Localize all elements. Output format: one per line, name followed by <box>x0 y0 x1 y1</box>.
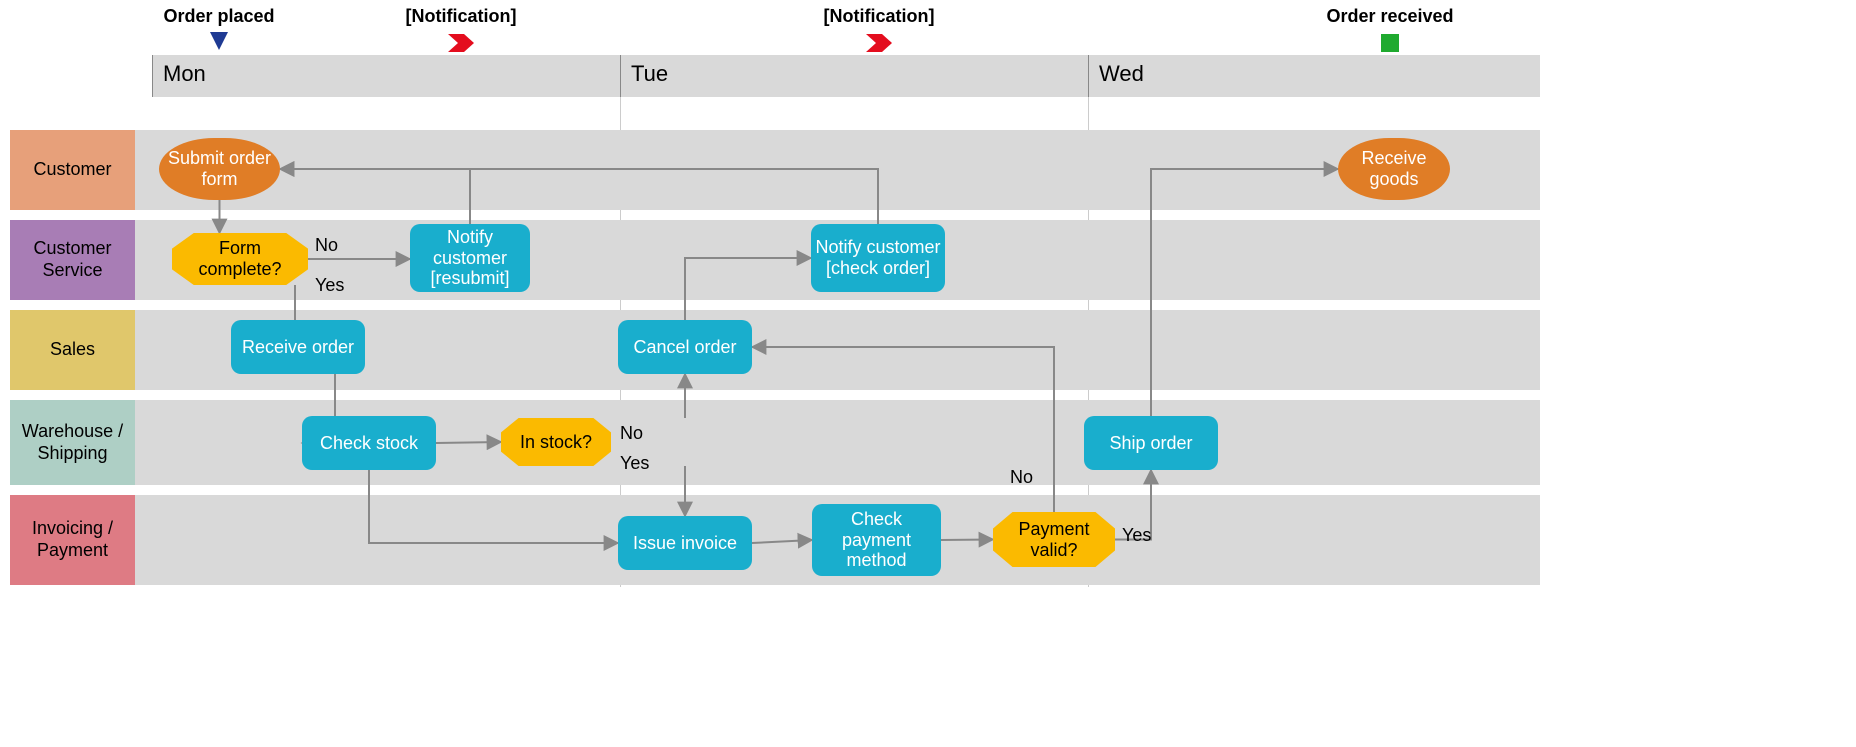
receive-order-node: Receive order <box>231 320 365 374</box>
square-marker-icon <box>1381 34 1399 52</box>
event-label-order-received: Order received <box>1326 6 1453 27</box>
event-label-notification-1: [Notification] <box>406 6 517 27</box>
event-label-order-placed: Order placed <box>163 6 274 27</box>
day-wed: Wed <box>1088 55 1540 97</box>
edge-label-no-stock: No <box>620 423 643 444</box>
cancel-order-node: Cancel order <box>618 320 752 374</box>
notify-check-node: Notify customer [check order] <box>811 224 945 292</box>
chevron-marker-icon <box>446 32 476 54</box>
edge-label-yes-pay: Yes <box>1122 525 1151 546</box>
check-stock-node: Check stock <box>302 416 436 470</box>
lane-header-customer-service: Customer Service <box>10 220 135 300</box>
edge-label-yes-form: Yes <box>315 275 344 296</box>
chevron-marker-icon <box>864 32 894 54</box>
submit-order-node: Submit order form <box>159 138 280 200</box>
in-stock-node: In stock? <box>501 418 611 466</box>
lane-header-warehouse-shipping: Warehouse / Shipping <box>10 400 135 485</box>
event-label-notification-2: [Notification] <box>824 6 935 27</box>
receive-goods-node: Receive goods <box>1338 138 1450 200</box>
lane-header-invoicing-payment: Invoicing / Payment <box>10 495 135 585</box>
edge-label-no-form: No <box>315 235 338 256</box>
day-tue: Tue <box>620 55 1088 97</box>
payment-valid-node: Payment valid? <box>993 512 1115 567</box>
check-payment-node: Check payment method <box>812 504 941 576</box>
lane-header-sales: Sales <box>10 310 135 390</box>
notify-resubmit-node: Notify customer [resubmit] <box>410 224 530 292</box>
form-complete-node: Form complete? <box>172 233 308 285</box>
issue-invoice-node: Issue invoice <box>618 516 752 570</box>
swimlane-customer <box>135 130 1540 210</box>
triangle-marker-icon <box>210 32 228 50</box>
edge-label-no-pay: No <box>1010 467 1033 488</box>
ship-order-node: Ship order <box>1084 416 1218 470</box>
day-mon: Mon <box>152 55 620 97</box>
lane-header-customer: Customer <box>10 130 135 210</box>
edge-label-yes-stock: Yes <box>620 453 649 474</box>
